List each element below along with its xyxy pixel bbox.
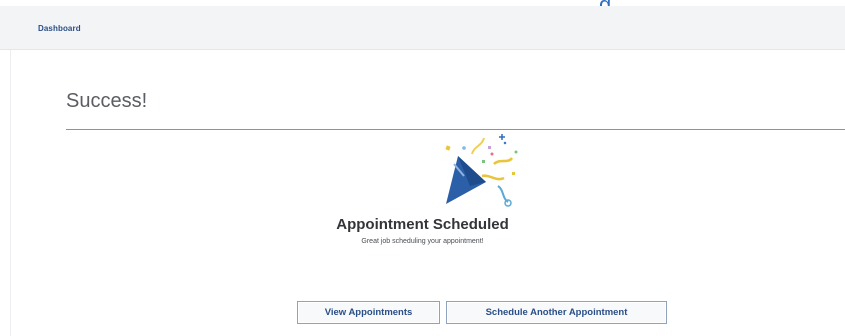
status-heading: Appointment Scheduled bbox=[336, 216, 509, 233]
breadcrumb-dashboard[interactable]: Dashboard bbox=[38, 24, 81, 33]
status-message: Great job scheduling your appointment! bbox=[361, 238, 484, 245]
party-popper-icon bbox=[445, 134, 518, 207]
content-left-border bbox=[10, 50, 11, 336]
view-appointments-button[interactable]: View Appointments bbox=[297, 301, 440, 324]
schedule-another-appointment-button[interactable]: Schedule Another Appointment bbox=[446, 301, 667, 324]
page-title: Success! bbox=[66, 90, 148, 112]
header-bar: Dashboard bbox=[0, 6, 845, 50]
